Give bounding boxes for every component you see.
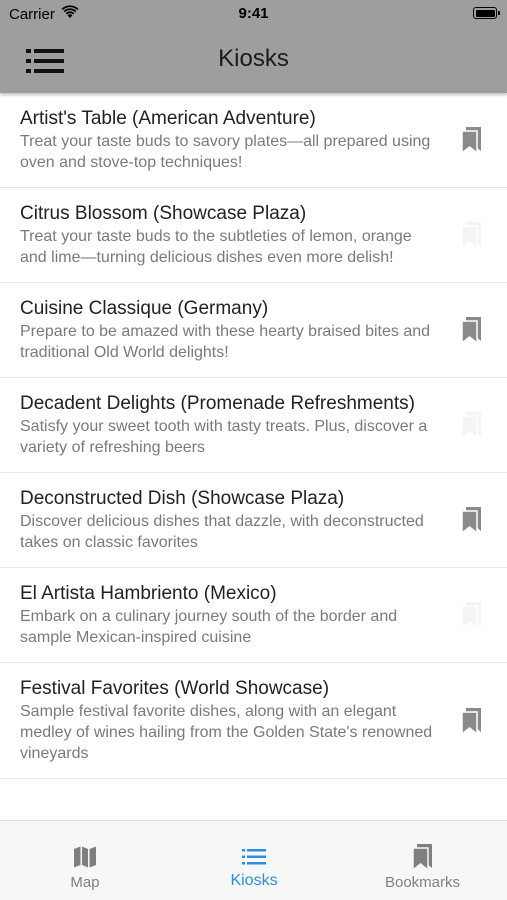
kiosk-description: Embark on a culinary journey south of th… xyxy=(20,608,398,646)
status-time: 9:41 xyxy=(238,5,269,22)
tab-map[interactable]: Map xyxy=(0,821,170,900)
bookmark-button[interactable] xyxy=(459,601,485,630)
bookmark-icon xyxy=(461,222,481,250)
list-item[interactable]: Festival Favorites (World Showcase) Samp… xyxy=(0,663,507,779)
bookmark-icon xyxy=(461,707,481,736)
kiosk-description: Sample festival favorite dishes, along w… xyxy=(20,703,433,762)
bookmark-button[interactable] xyxy=(459,221,485,250)
bookmark-icon xyxy=(461,127,481,155)
tab-label: Map xyxy=(70,874,100,891)
bookmark-icon xyxy=(461,602,481,630)
tab-bar: Map Kiosks Bookmarks xyxy=(0,820,507,900)
kiosk-description: Satisfy your sweet tooth with tasty trea… xyxy=(20,418,428,456)
bookmark-icon xyxy=(461,507,481,535)
status-bar: Carrier 9:41 xyxy=(0,0,507,28)
list-icon xyxy=(242,849,266,865)
bookmark-button[interactable] xyxy=(459,707,485,736)
kiosk-description: Treat your taste buds to the subtleties … xyxy=(20,228,412,266)
kiosk-list[interactable]: Artist's Table (American Adventure) Trea… xyxy=(0,93,507,820)
bookmark-button[interactable] xyxy=(459,126,485,155)
list-item[interactable]: El Artista Hambriento (Mexico) Embark on… xyxy=(0,568,507,663)
app-screen: Carrier 9:41 Kiosks Artist's Table (Amer… xyxy=(0,0,507,900)
bookmark-icon xyxy=(461,412,481,440)
navigation-bar: Kiosks xyxy=(0,28,507,93)
list-item[interactable]: Artist's Table (American Adventure) Trea… xyxy=(0,93,507,188)
list-item[interactable]: Decadent Delights (Promenade Refreshment… xyxy=(0,378,507,473)
kiosk-title: Artist's Table (American Adventure) xyxy=(20,108,316,129)
kiosk-description: Treat your taste buds to savory plates—a… xyxy=(20,133,431,171)
bookmark-button[interactable] xyxy=(459,411,485,440)
kiosk-title: El Artista Hambriento (Mexico) xyxy=(20,583,277,604)
tab-kiosks[interactable]: Kiosks xyxy=(170,821,338,900)
bookmark-button[interactable] xyxy=(459,506,485,535)
tab-label: Kiosks xyxy=(230,872,278,889)
kiosk-title: Deconstructed Dish (Showcase Plaza) xyxy=(20,488,345,509)
kiosk-title: Festival Favorites (World Showcase) xyxy=(20,678,330,699)
map-icon xyxy=(74,846,96,868)
tab-bookmarks[interactable]: Bookmarks xyxy=(338,821,507,900)
tab-label: Bookmarks xyxy=(384,874,461,891)
bookmark-button[interactable] xyxy=(459,316,485,345)
kiosk-title: Citrus Blossom (Showcase Plaza) xyxy=(20,203,307,224)
list-item[interactable]: Citrus Blossom (Showcase Plaza) Treat yo… xyxy=(0,188,507,283)
kiosk-description: Prepare to be amazed with these hearty b… xyxy=(20,323,431,361)
list-item[interactable]: Cuisine Classique (Germany) Prepare to b… xyxy=(0,283,507,378)
battery-icon xyxy=(473,7,500,19)
list-item[interactable]: Deconstructed Dish (Showcase Plaza) Disc… xyxy=(0,473,507,568)
kiosk-title: Decadent Delights (Promenade Refreshment… xyxy=(20,393,415,414)
bookmark-icon xyxy=(461,317,481,345)
kiosk-description: Discover delicious dishes that dazzle, w… xyxy=(20,513,424,551)
bookmarks-icon xyxy=(411,844,432,871)
kiosk-title: Cuisine Classique (Germany) xyxy=(20,298,269,319)
page-title: Kiosks xyxy=(218,45,289,72)
